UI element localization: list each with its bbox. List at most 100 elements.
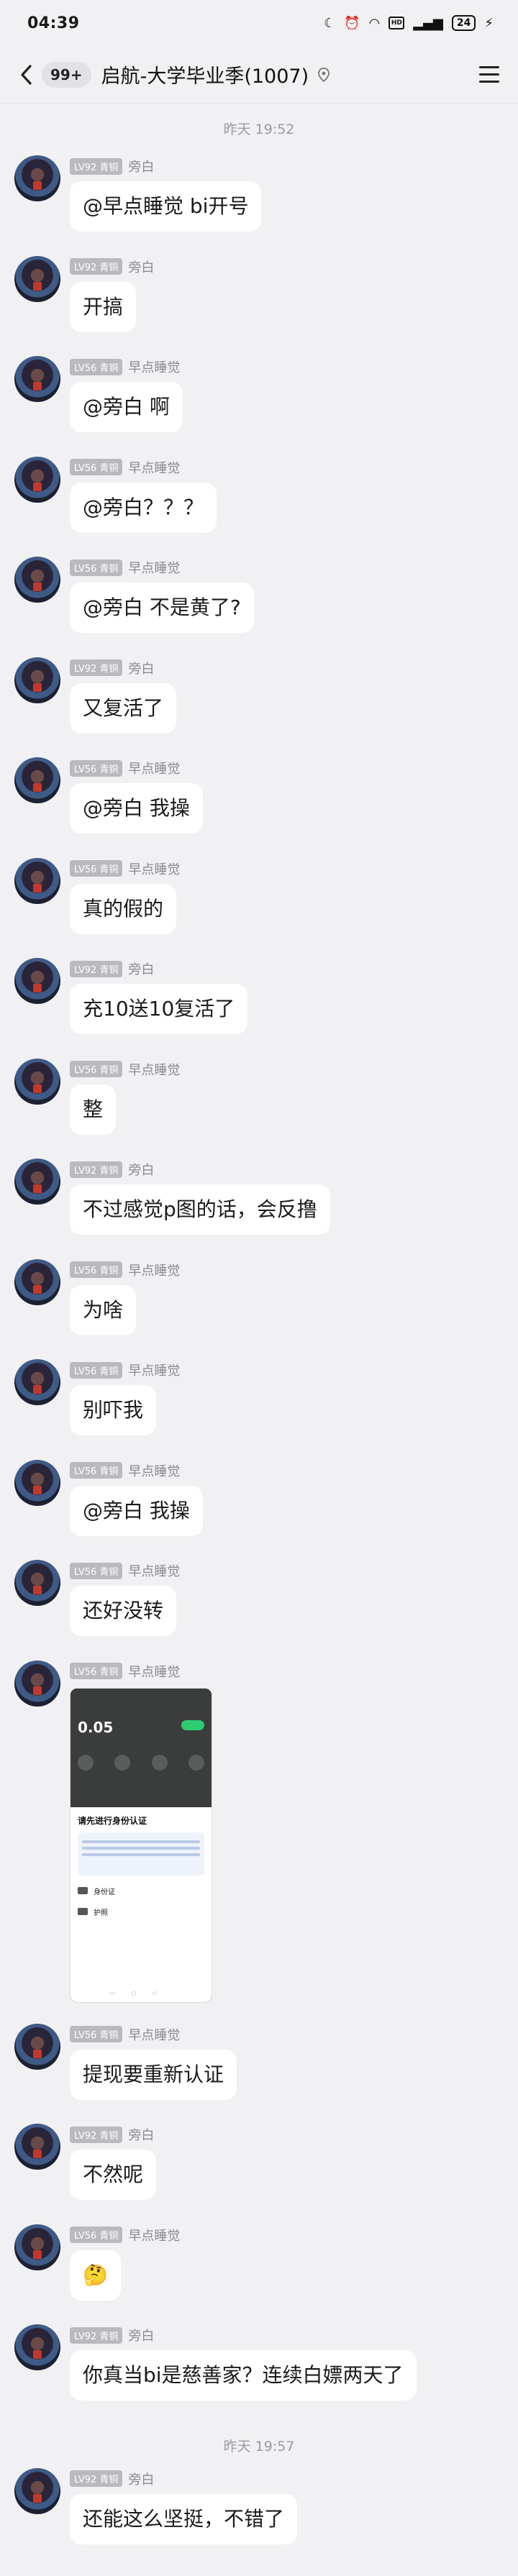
message-meta: LV92 青铜 旁白: [70, 657, 176, 679]
avatar[interactable]: [14, 1359, 60, 1405]
level-tag: LV92 青铜: [70, 960, 123, 977]
wifi-icon: ◠: [368, 15, 381, 31]
avatar[interactable]: [14, 2467, 60, 2514]
shared-screenshot[interactable]: 0.05 请先进行身份认证 身份证 护照 ▭○◁: [70, 1687, 212, 2003]
avatar[interactable]: [14, 356, 60, 402]
message-bubble[interactable]: 不然呢: [70, 2150, 157, 2200]
message-meta: LV56 青铜 早点睡觉: [70, 557, 254, 578]
back-icon[interactable]: [16, 60, 36, 89]
avatar[interactable]: [14, 155, 60, 201]
level-tag: LV92 青铜: [70, 258, 123, 275]
message-row: LV92 青铜 旁白还能这么坚挺，不错了: [0, 2467, 518, 2569]
message-row: LV56 青铜 早点睡觉整: [0, 1058, 518, 1159]
message-bubble[interactable]: 还好没转: [70, 1586, 177, 1636]
message-meta: LV92 青铜 旁白: [70, 256, 154, 278]
level-tag: LV56 青铜: [70, 459, 123, 475]
battery-icon: 24: [451, 15, 476, 31]
message-bubble[interactable]: 还能这么坚挺，不错了: [70, 2493, 298, 2544]
screenshot-option-id: 身份证: [78, 1886, 204, 1896]
message-meta: LV56 青铜 早点睡觉: [70, 757, 203, 779]
sender-name: 旁白: [128, 260, 155, 275]
avatar[interactable]: [14, 857, 60, 904]
avatar[interactable]: [14, 958, 60, 1004]
sender-name: 早点睡觉: [128, 2228, 181, 2244]
message-bubble[interactable]: 又复活了: [70, 682, 177, 734]
avatar[interactable]: [14, 1660, 60, 1707]
message-bubble[interactable]: @旁白？？？: [70, 482, 217, 533]
message-meta: LV56 青铜 早点睡觉: [70, 1460, 203, 1481]
avatar[interactable]: [14, 1159, 60, 1205]
sender-name: 早点睡觉: [128, 1062, 181, 1078]
message-row: LV92 青铜 旁白充10送10复活了: [0, 958, 518, 1059]
message-body: LV56 青铜 早点睡觉 🤔: [70, 2224, 180, 2325]
avatar[interactable]: [14, 1058, 60, 1105]
level-tag: LV92 青铜: [70, 157, 123, 175]
avatar[interactable]: [14, 1560, 60, 1606]
screenshot-amount: 0.05: [78, 1718, 114, 1736]
message-bubble[interactable]: @旁白 我操: [70, 783, 203, 833]
avatar[interactable]: [14, 2023, 60, 2070]
message-bubble[interactable]: 充10送10复活了: [70, 984, 248, 1034]
message-body: LV56 青铜 早点睡觉提现要重新认证: [70, 2024, 237, 2124]
message-bubble[interactable]: 提现要重新认证: [70, 2049, 237, 2100]
message-row: LV92 青铜 旁白又复活了: [0, 657, 518, 758]
chat-header: 99+ 启航-大学毕业季(1007): [0, 46, 518, 104]
avatar[interactable]: [14, 757, 60, 803]
message-meta: LV56 青铜 早点睡觉: [70, 2024, 237, 2045]
message-row: LV56 青铜 早点睡觉 @旁白 我操: [0, 757, 518, 858]
message-bubble[interactable]: @早点睡觉 bi开号: [70, 181, 262, 232]
message-meta: LV56 青铜 早点睡觉: [70, 1359, 180, 1381]
message-row: LV92 青铜 旁白开搞: [0, 255, 518, 357]
sender-name: 早点睡觉: [128, 460, 181, 476]
avatar[interactable]: [14, 2224, 60, 2270]
avatar[interactable]: [14, 1259, 60, 1305]
message-bubble[interactable]: 别吓我: [70, 1385, 157, 1435]
chat-list[interactable]: 昨天 19:52 LV92 青铜 旁白 @早点睡觉 bi开号 LV92 青铜 旁白 开搞 L…: [0, 104, 518, 2568]
level-tag: LV56 青铜: [70, 759, 123, 777]
screenshot-option-passport: 护照: [78, 1906, 204, 1917]
sender-name: 早点睡觉: [128, 2027, 181, 2043]
message-bubble[interactable]: @旁白 啊: [70, 382, 183, 432]
message-body: LV92 青铜 旁白 @早点睡觉 bi开号: [70, 155, 262, 256]
message-bubble[interactable]: 开搞: [70, 281, 137, 332]
avatar[interactable]: [14, 2124, 60, 2170]
message-bubble[interactable]: 不过感觉p图的话，会反撸: [70, 1184, 330, 1235]
unread-badge[interactable]: 99+: [42, 61, 91, 88]
message-row: LV56 青铜 早点睡觉 为啥: [0, 1259, 518, 1360]
message-row: LV56 青铜 早点睡觉提现要重新认证: [0, 2023, 518, 2124]
message-bubble[interactable]: @旁白 不是黄了?: [70, 583, 254, 633]
sender-name: 早点睡觉: [128, 862, 181, 877]
avatar[interactable]: [14, 1459, 60, 1506]
screenshot-sheet: 请先进行身份认证 身份证 护照 ▭○◁: [71, 1807, 212, 2002]
message-bubble[interactable]: 整: [70, 1084, 117, 1135]
avatar[interactable]: [14, 557, 60, 603]
message-meta: LV56 青铜 早点睡觉: [70, 457, 217, 478]
avatar[interactable]: [14, 657, 60, 703]
message-body: LV92 青铜 旁白 不过感觉p图的话，会反撸: [70, 1159, 330, 1259]
level-tag: LV92 青铜: [70, 2326, 123, 2344]
message-row: LV56 青铜 早点睡觉 @旁白 不是黄了?: [0, 557, 518, 657]
message-meta: LV92 青铜 旁白: [70, 958, 247, 979]
level-tag: LV56 青铜: [70, 1462, 123, 1479]
avatar[interactable]: [14, 255, 60, 302]
time-divider: 昨天 19:52: [223, 122, 295, 137]
sender-name: 早点睡觉: [128, 1364, 181, 1379]
level-tag: LV92 青铜: [70, 2126, 123, 2143]
message-body: LV92 青铜 旁白 不然呢: [70, 2124, 157, 2224]
message-bubble[interactable]: @旁白 我操: [70, 1485, 203, 1536]
image-message: LV56 青铜 早点睡觉 0.05 请先进行身份认证 身份证 护照 ▭○◁: [0, 1660, 518, 2024]
message-meta: LV92 青铜 旁白: [70, 2468, 297, 2490]
message-bubble[interactable]: 真的假的: [70, 883, 177, 934]
message-bubble[interactable]: 你真当bi是慈善家？连续白嫖两天了: [70, 2350, 417, 2401]
group-title[interactable]: 启航-大学毕业季(1007): [101, 60, 309, 88]
avatar[interactable]: [14, 2324, 60, 2370]
message-bubble[interactable]: 为啥: [70, 1284, 137, 1335]
avatar[interactable]: [14, 456, 60, 503]
level-tag: LV56 青铜: [70, 1361, 123, 1379]
message-bubble[interactable]: 🤔: [70, 2250, 121, 2301]
level-tag: LV92 青铜: [70, 2470, 123, 2487]
menu-icon[interactable]: [475, 60, 504, 89]
charging-icon: ⚡: [484, 15, 494, 31]
status-bar: 04:39 ☾ ⏰ ◠ HD ▂▄▆ 24 ⚡: [0, 0, 518, 46]
sender-name: 旁白: [128, 1163, 155, 1178]
